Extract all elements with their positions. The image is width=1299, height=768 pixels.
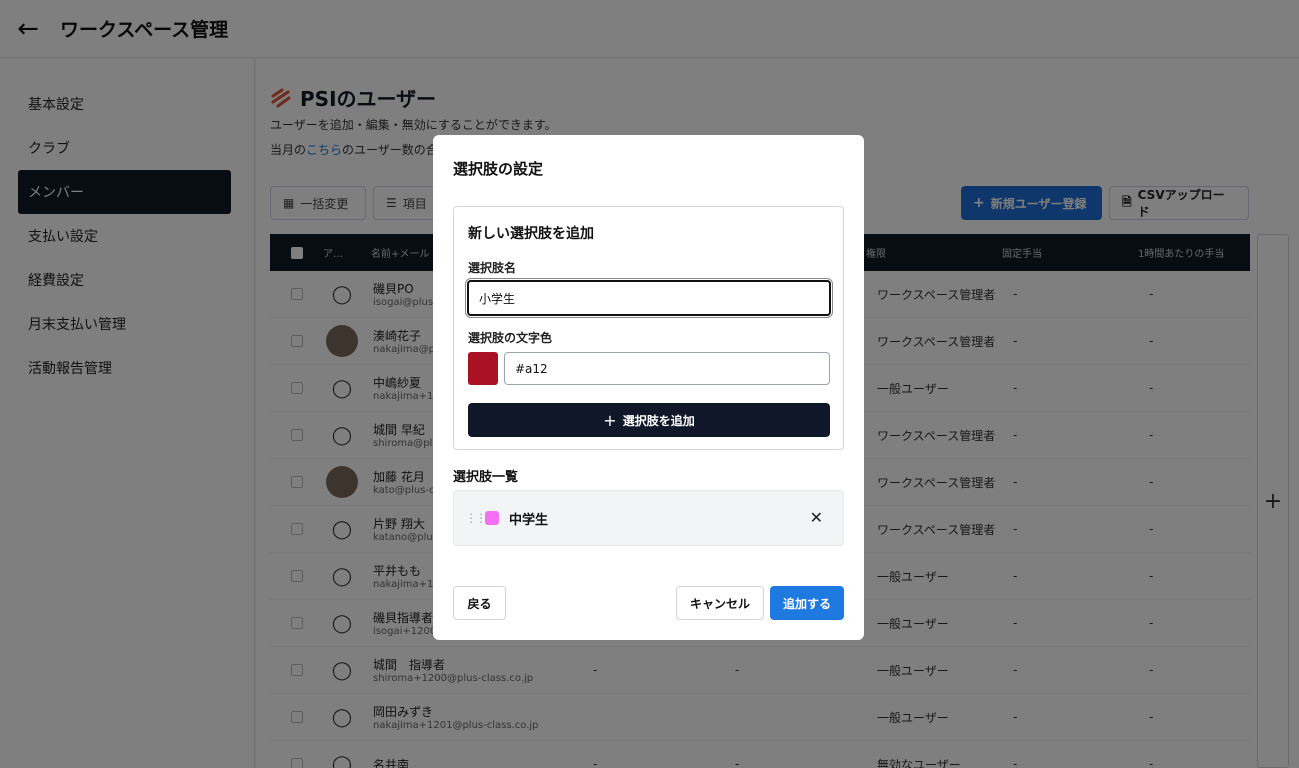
options-list-title: 選択肢一覧 <box>453 470 519 485</box>
option-color-label: 選択肢の文字色 <box>468 331 553 345</box>
option-list-item: ⋮⋮ 中学生 ✕ <box>453 490 844 546</box>
options-settings-modal: 選択肢の設定 新しい選択肢を追加 選択肢名 小学生 選択肢の文字色 #a12 +… <box>433 135 864 640</box>
option-name-input[interactable]: 小学生 <box>467 280 831 316</box>
option-label: 中学生 <box>509 512 549 528</box>
modal-title: 選択肢の設定 <box>453 160 544 178</box>
submit-button[interactable]: 追加する <box>770 586 844 620</box>
add-option-button[interactable]: + 選択肢を追加 <box>468 403 830 437</box>
option-color-chip <box>485 511 499 525</box>
cancel-button[interactable]: キャンセル <box>676 586 764 620</box>
drag-handle-icon[interactable]: ⋮⋮ <box>465 511 487 525</box>
add-option-section: 新しい選択肢を追加 選択肢名 小学生 選択肢の文字色 #a12 + 選択肢を追加 <box>453 206 844 450</box>
back-button[interactable]: 戻る <box>453 586 506 620</box>
add-option-heading: 新しい選択肢を追加 <box>468 226 594 242</box>
option-name-label: 選択肢名 <box>468 261 517 275</box>
color-swatch[interactable] <box>468 352 498 385</box>
plus-icon: + <box>603 410 617 430</box>
option-color-input[interactable]: #a12 <box>504 352 830 385</box>
add-option-label: 選択肢を追加 <box>622 413 695 428</box>
close-icon[interactable]: ✕ <box>810 508 823 527</box>
